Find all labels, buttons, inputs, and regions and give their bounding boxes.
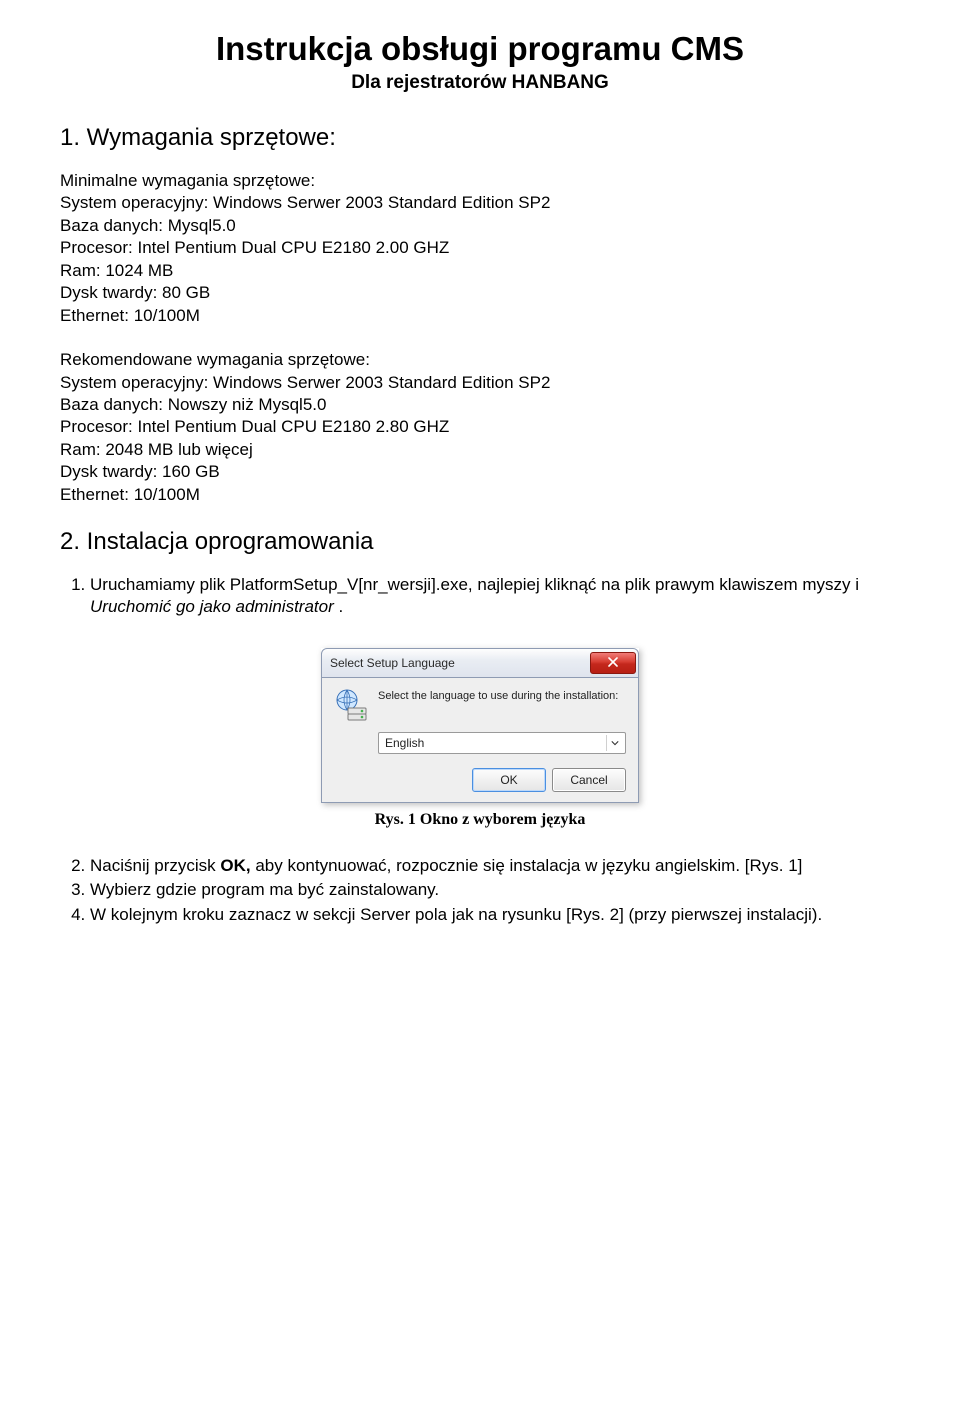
step2-c: aby kontynuować, rozpocznie się instalac… [251,856,803,875]
step2-b: OK, [220,856,250,875]
dialog-figure: Select Setup Language [60,648,900,803]
steps-list-1: Uruchamiamy plik PlatformSetup_V[nr_wers… [60,574,900,618]
doc-subtitle: Dla rejestratorów HANBANG [60,72,900,94]
step2-a: Naciśnij przycisk [90,856,220,875]
language-combobox[interactable]: English [378,732,626,754]
step1-text-c: . [334,597,343,616]
close-button[interactable] [590,652,636,674]
ok-label: OK [500,773,517,787]
step1-text-italic: Uruchomić go jako administrator [90,597,334,616]
min-requirements: Minimalne wymagania sprzętowe: System op… [60,170,900,327]
rec-requirements: Rekomendowane wymagania sprzętowe: Syste… [60,349,900,506]
steps-list-2: Naciśnij przycisk OK, aby kontynuować, r… [60,855,900,925]
close-icon [608,657,618,670]
step-1: Uruchamiamy plik PlatformSetup_V[nr_wers… [90,574,900,618]
chevron-down-icon [606,735,623,751]
globe-disk-icon [334,688,368,722]
step-4: W kolejnym kroku zaznacz w sekcji Server… [90,904,900,926]
cancel-button[interactable]: Cancel [552,768,626,792]
figure-caption: Rys. 1 Okno z wyborem języka [255,811,705,829]
dialog-titlebar: Select Setup Language [321,648,639,678]
section1-heading: 1. Wymagania sprzętowe: [60,124,900,152]
page: Instrukcja obsługi programu CMS Dla reje… [0,0,960,1010]
dialog-body: Select the language to use during the in… [321,678,639,803]
ok-button[interactable]: OK [472,768,546,792]
dialog-message: Select the language to use during the in… [378,688,618,722]
cancel-label: Cancel [570,773,607,787]
section2-heading: 2. Instalacja oprogramowania [60,528,900,556]
step-3: Wybierz gdzie program ma być zainstalowa… [90,879,900,901]
step-2: Naciśnij przycisk OK, aby kontynuować, r… [90,855,900,877]
step1-text-a: Uruchamiamy plik PlatformSetup_V[nr_wers… [90,575,859,594]
doc-title: Instrukcja obsługi programu CMS [60,30,900,68]
dialog-title: Select Setup Language [330,656,455,670]
select-language-dialog: Select Setup Language [321,648,639,803]
language-selected: English [385,736,424,750]
